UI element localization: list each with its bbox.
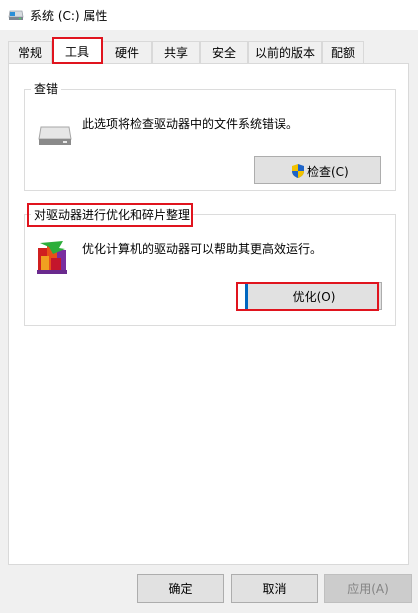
cancel-button[interactable]: 取消 — [231, 574, 318, 603]
error-check-title: 查错 — [31, 82, 62, 96]
tab-general[interactable]: 常规 — [8, 41, 52, 63]
optimize-button-label: 优化(O) — [292, 289, 336, 304]
ok-button[interactable]: 确定 — [137, 574, 224, 603]
uac-shield-icon — [292, 164, 304, 178]
hard-drive-icon — [38, 126, 72, 145]
tab-previous-versions[interactable]: 以前的版本 — [248, 41, 322, 63]
tools-panel: 查错 此选项将检查驱动器中的文件系统错误。 检查(C) 对驱动器进行优化和碎片整… — [8, 63, 409, 565]
window-title: 系统 (C:) 属性 — [30, 9, 108, 23]
tab-security[interactable]: 安全 — [200, 41, 248, 63]
tab-tools[interactable]: 工具 — [52, 38, 102, 64]
optimize-group: 对驱动器进行优化和碎片整理 优化计算机的驱动器可以帮助其更高效运行。 优化(O) — [24, 208, 396, 326]
optimize-title: 对驱动器进行优化和碎片整理 — [31, 208, 194, 222]
check-button[interactable]: 检查(C) — [254, 156, 381, 184]
tab-sharing[interactable]: 共享 — [152, 41, 200, 63]
error-check-group: 查错 此选项将检查驱动器中的文件系统错误。 检查(C) — [24, 82, 396, 191]
optimize-description: 优化计算机的驱动器可以帮助其更高效运行。 — [82, 242, 323, 256]
tab-quota[interactable]: 配额 — [322, 41, 364, 63]
apply-button[interactable]: 应用(A) — [324, 574, 412, 603]
error-check-description: 此选项将检查驱动器中的文件系统错误。 — [82, 117, 299, 131]
check-button-label: 检查(C) — [307, 165, 349, 179]
tab-hardware[interactable]: 硬件 — [102, 41, 152, 63]
optimize-button[interactable]: 优化(O) — [246, 282, 382, 310]
drive-icon — [8, 10, 24, 20]
defrag-icon — [37, 241, 67, 274]
title-bar: 系统 (C:) 属性 — [0, 0, 418, 30]
optimize-focus-marker — [245, 282, 248, 310]
